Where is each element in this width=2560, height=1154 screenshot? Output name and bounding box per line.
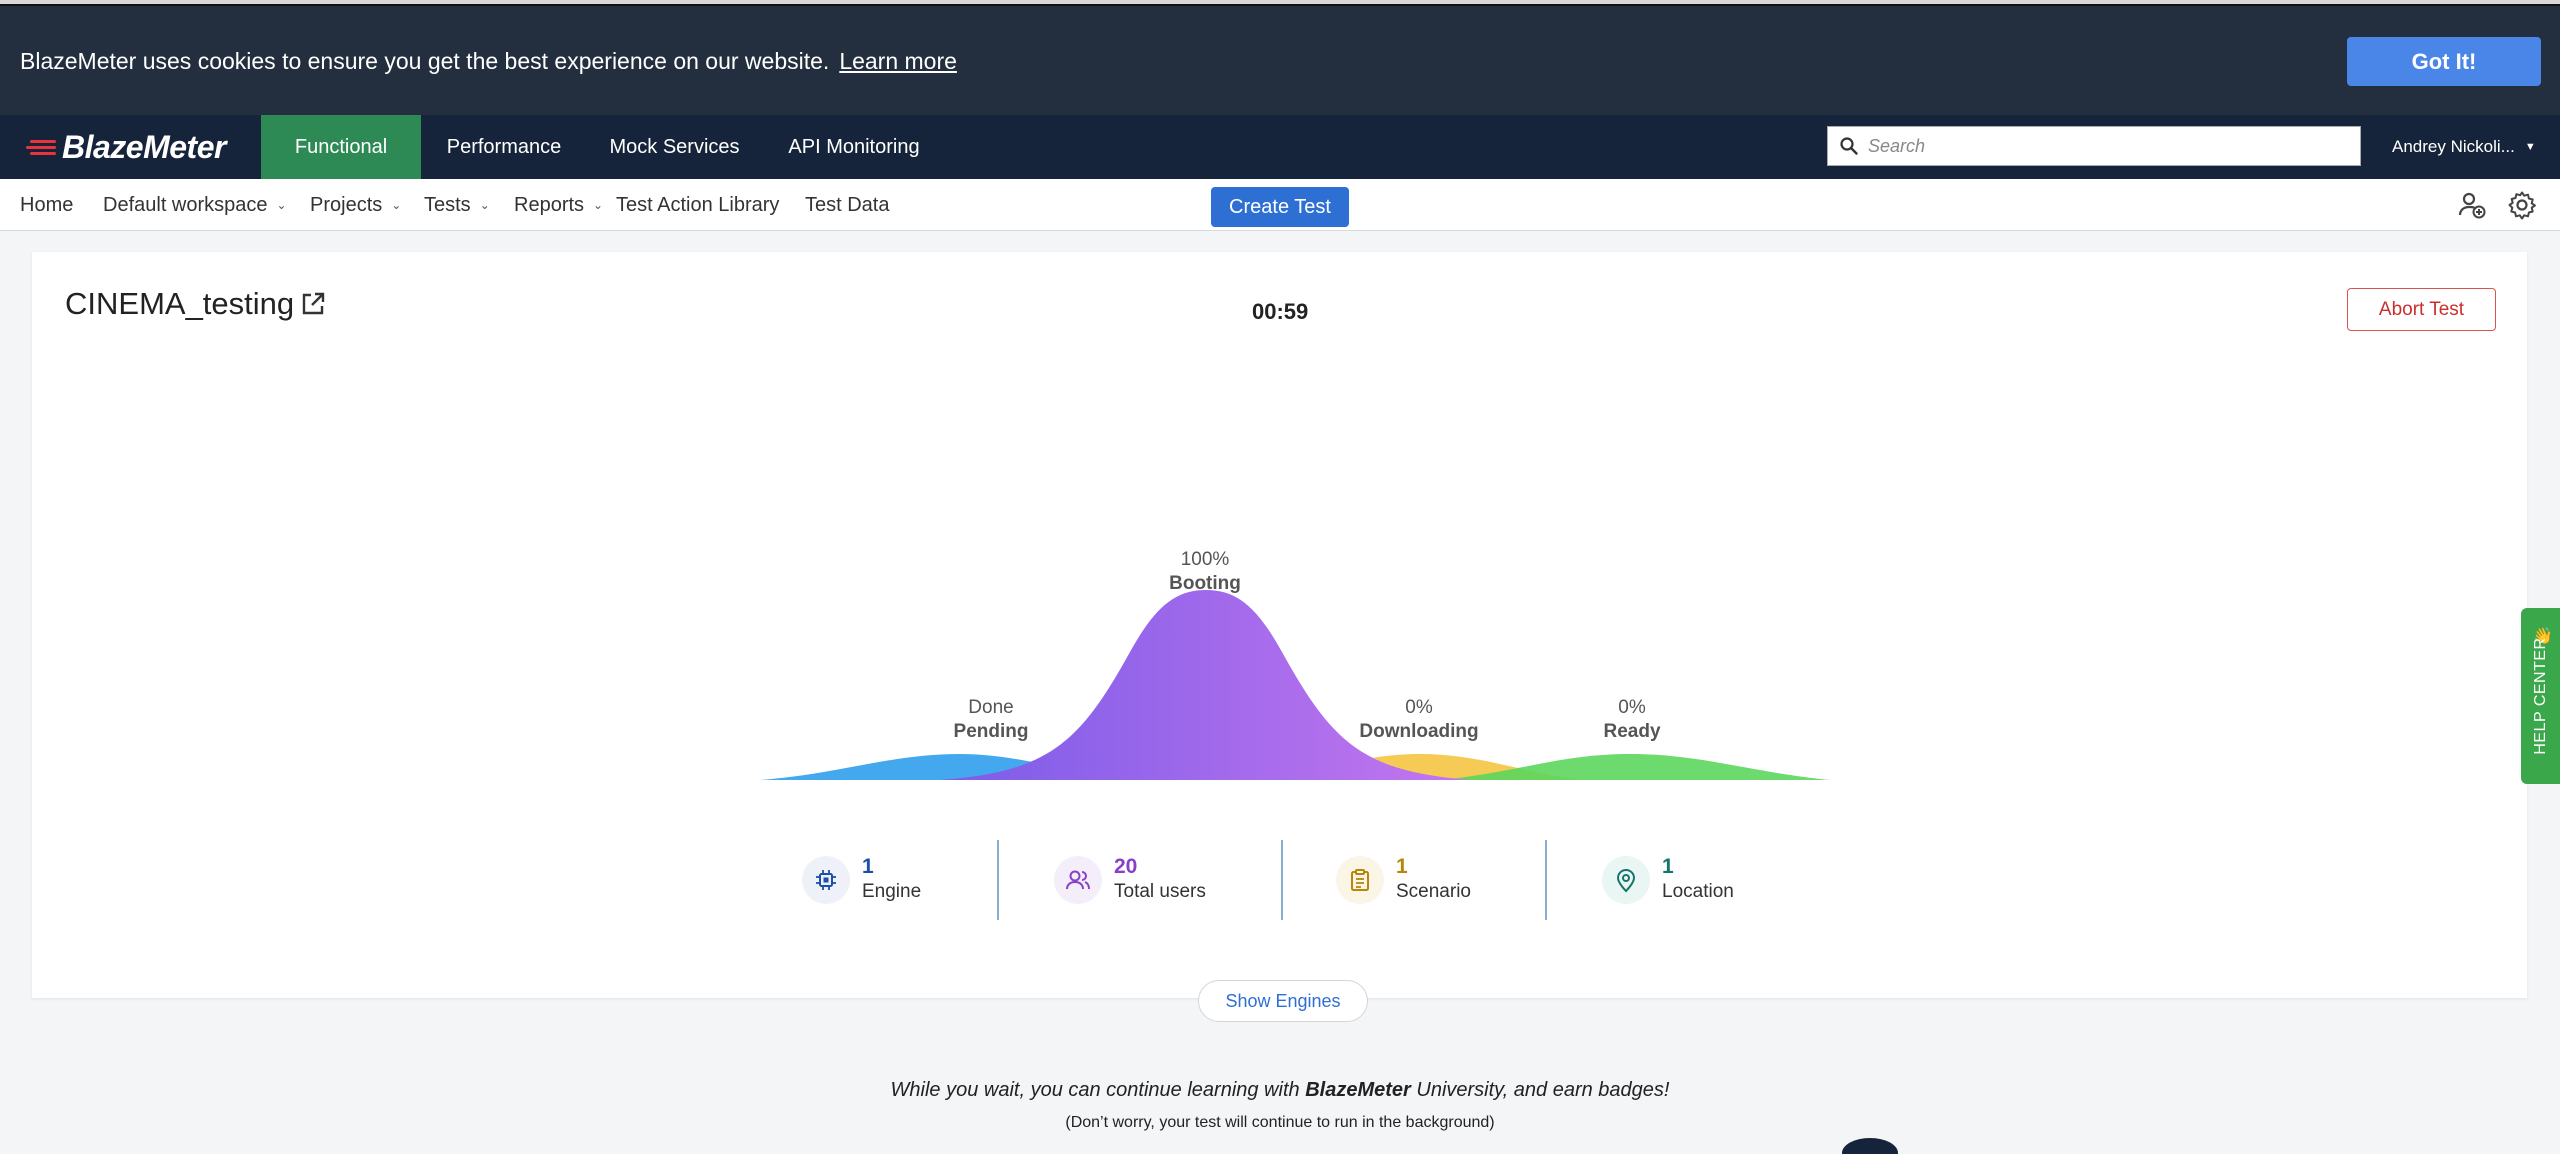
stat-divider (997, 840, 999, 920)
stat-engine: 1 Engine (802, 840, 921, 920)
learning-post: University, and earn badges! (1416, 1079, 1670, 1101)
search-input[interactable] (1868, 135, 2348, 157)
search-icon (1840, 137, 1858, 155)
subnav-reports[interactable]: Reports ⌄ (514, 179, 603, 231)
university-illustration (1842, 1138, 1898, 1154)
stat-divider (1281, 840, 1283, 920)
subnav-reports-label: Reports (514, 193, 585, 216)
test-stats: 1 Engine 20 Total users 1 Scenario 1 Loc… (32, 840, 2527, 940)
gear-icon[interactable] (2506, 189, 2538, 221)
cookie-accept-button[interactable]: Got It! (2347, 37, 2541, 86)
stage-ready-name: Ready (1603, 721, 1661, 742)
progress-waves (760, 590, 1830, 780)
engine-label: Engine (862, 881, 922, 902)
blazemeter-logo[interactable]: BlazeMeter (26, 129, 226, 165)
booting-wave (940, 590, 1472, 780)
subnav-projects[interactable]: Projects ⌄ (310, 179, 401, 231)
learning-note: (Don’t worry, your test will continue to… (1065, 1114, 1495, 1131)
cookie-message: BlazeMeter uses cookies to ensure you ge… (20, 48, 957, 75)
subnav-projects-label: Projects (310, 193, 383, 216)
stage-booting-name: Booting (1169, 573, 1241, 594)
stage-pending: Done Pending (954, 696, 1029, 744)
test-timer: 00:59 (1252, 299, 1309, 324)
learning-brand: BlazeMeter (1305, 1079, 1411, 1101)
learn-more-link[interactable]: Learn more (839, 48, 957, 74)
total-users-count: 20 (1114, 855, 1138, 878)
stat-location: 1 Location (1602, 840, 1734, 920)
logo-text: BlazeMeter (62, 128, 226, 165)
stage-booting-status: 100% (1180, 549, 1230, 570)
show-engines-button[interactable]: Show Engines (1198, 980, 1368, 1022)
stage-downloading: 0% Downloading (1359, 696, 1478, 744)
boot-progress-chart: Done Pending 100% Booting 0% Downloading… (760, 532, 1860, 792)
learning-message: While you wait, you can continue learnin… (0, 1079, 2560, 1102)
stage-ready-status: 0% (1618, 697, 1646, 718)
learning-pre: While you wait, you can continue learnin… (890, 1079, 1300, 1101)
total-users-label: Total users (1114, 881, 1206, 902)
subnav-home-label: Home (20, 193, 74, 216)
help-center-tab[interactable]: 👋 HELP CENTER (2521, 608, 2560, 784)
logo-mark-icon (26, 137, 58, 157)
location-label: Location (1662, 881, 1734, 902)
cookie-text: BlazeMeter uses cookies to ensure you ge… (20, 48, 830, 74)
top-navbar: BlazeMeter Functional Performance Mock S… (0, 115, 2560, 179)
stat-divider (1545, 840, 1547, 920)
stage-downloading-name: Downloading (1359, 721, 1479, 742)
nav-tab-performance[interactable]: Performance (421, 115, 587, 179)
nav-tab-mock-services[interactable]: Mock Services (587, 115, 762, 179)
user-menu[interactable]: Andrey Nickoli... ▼ (2392, 115, 2536, 179)
nav-tab-api-monitoring[interactable]: API Monitoring (762, 115, 946, 179)
abort-test-button[interactable]: Abort Test (2347, 288, 2496, 331)
scenario-label: Scenario (1396, 881, 1471, 902)
secondary-navbar: Home Default workspace ⌄ Projects ⌄ Tests ⌄… (0, 179, 2560, 231)
stage-pending-name: Pending (953, 721, 1029, 742)
user-name: Andrey Nickoli... (2392, 137, 2515, 156)
subnav-tests[interactable]: Tests ⌄ (424, 179, 490, 231)
test-progress-card: CINEMA_testing 00:59 Abort Test Done Pen… (32, 252, 2527, 998)
add-user-icon[interactable] (2456, 189, 2488, 221)
clipboard-icon (1336, 856, 1384, 904)
chevron-down-icon: ⌄ (276, 198, 287, 212)
scenario-count: 1 (1396, 855, 1408, 878)
users-icon (1054, 856, 1102, 904)
stat-total-users: 20 Total users (1054, 840, 1206, 920)
stage-pending-status: Done (968, 697, 1014, 718)
test-title: CINEMA_testing (65, 286, 326, 322)
location-pin-icon (1602, 856, 1650, 904)
stage-downloading-status: 0% (1405, 697, 1433, 718)
create-test-button[interactable]: Create Test (1211, 187, 1349, 227)
subnav-workspace-label: Default workspace (103, 193, 268, 216)
stat-scenario: 1 Scenario (1336, 840, 1471, 920)
engine-icon (802, 856, 850, 904)
stage-booting: 100% Booting (1169, 548, 1241, 596)
test-name: CINEMA_testing (65, 286, 295, 321)
subnav-tests-label: Tests (424, 193, 471, 216)
subnav-test-data[interactable]: Test Data (805, 179, 889, 231)
subnav-home[interactable]: Home (20, 179, 73, 231)
chevron-down-icon: ⌄ (593, 198, 604, 212)
nav-tab-functional[interactable]: Functional (261, 115, 421, 179)
chevron-down-icon: ⌄ (479, 198, 490, 212)
external-link-icon[interactable] (300, 291, 326, 317)
stage-ready: 0% Ready (1603, 696, 1660, 744)
help-center-label: HELP CENTER (2531, 637, 2549, 755)
chevron-down-icon: ⌄ (391, 198, 402, 212)
engine-count: 1 (862, 855, 874, 878)
search-box (1827, 126, 2361, 166)
caret-down-icon: ▼ (2524, 141, 2536, 153)
location-count: 1 (1662, 855, 1674, 878)
subnav-workspace[interactable]: Default workspace ⌄ (103, 179, 287, 231)
subnav-test-action-library[interactable]: Test Action Library (616, 179, 779, 231)
subnav-test-action-library-label: Test Action Library (616, 193, 780, 216)
cookie-banner: BlazeMeter uses cookies to ensure you ge… (0, 6, 2560, 115)
subnav-test-data-label: Test Data (805, 193, 890, 216)
